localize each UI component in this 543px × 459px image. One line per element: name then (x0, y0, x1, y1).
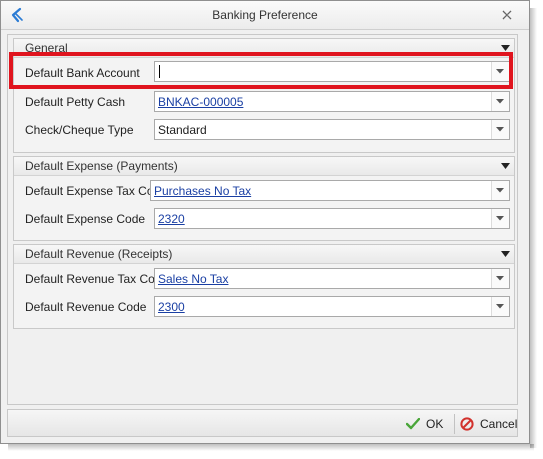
dropdown-button[interactable] (491, 269, 509, 288)
collapse-arrow-icon[interactable] (501, 163, 510, 169)
expense-code-link[interactable]: 2320 (158, 212, 185, 226)
button-separator (454, 414, 455, 434)
banking-preference-dialog: Banking Preference General Default Bank … (0, 0, 530, 444)
dropdown-arrow-icon (496, 276, 504, 281)
group-general: General Default Bank Account Default Pet… (13, 38, 515, 153)
dropdown-arrow-icon (496, 304, 504, 309)
ok-button[interactable]: OK (404, 414, 450, 434)
dropdown-arrow-icon (496, 188, 504, 193)
default-expense-code-label: Default Expense Code (25, 212, 146, 226)
default-revenue-code-field[interactable]: 2300 (154, 296, 510, 317)
group-default-expense: Default Expense (Payments) Default Expen… (13, 156, 515, 241)
group-title: General (25, 41, 68, 55)
collapse-arrow-icon[interactable] (501, 251, 510, 257)
preferences-panel: General Default Bank Account Default Pet… (7, 34, 518, 405)
dropdown-button[interactable] (491, 297, 509, 316)
revenue-code-link[interactable]: 2300 (158, 300, 185, 314)
collapse-arrow-icon[interactable] (501, 45, 510, 51)
checkmark-icon (406, 418, 420, 430)
dialog-title: Banking Preference (212, 8, 318, 22)
dropdown-arrow-icon (496, 99, 504, 104)
dialog-footer: OK Cancel (7, 409, 518, 437)
group-revenue-header[interactable]: Default Revenue (Receipts) (14, 245, 514, 264)
expense-tax-code-link[interactable]: Purchases No Tax (154, 184, 251, 198)
cancel-label: Cancel (480, 417, 518, 431)
default-revenue-tax-code-label: Default Revenue Tax Code (25, 272, 169, 286)
dropdown-button[interactable] (491, 62, 509, 81)
dropdown-arrow-icon (496, 216, 504, 221)
dropdown-button[interactable] (491, 120, 509, 139)
group-general-header[interactable]: General (14, 39, 514, 58)
dropdown-button[interactable] (491, 209, 509, 228)
default-revenue-code-label: Default Revenue Code (25, 300, 147, 314)
check-cheque-type-label: Check/Cheque Type (25, 123, 134, 137)
cancel-button[interactable]: Cancel (458, 414, 518, 434)
group-title: Default Revenue (Receipts) (25, 247, 173, 261)
dropdown-button[interactable] (491, 181, 509, 200)
default-expense-code-field[interactable]: 2320 (154, 208, 510, 229)
default-petty-cash-label: Default Petty Cash (25, 95, 126, 109)
group-title: Default Expense (Payments) (25, 159, 178, 173)
default-bank-account-field[interactable] (154, 61, 510, 82)
cancel-circle-icon (460, 417, 474, 431)
field-value: Standard (158, 123, 207, 137)
check-cheque-type-select[interactable]: Standard (154, 119, 510, 140)
title-bar: Banking Preference (1, 1, 529, 30)
group-expense-header[interactable]: Default Expense (Payments) (14, 157, 514, 176)
default-bank-account-label: Default Bank Account (25, 66, 140, 80)
dropdown-button[interactable] (491, 92, 509, 111)
close-icon[interactable] (501, 9, 513, 21)
default-revenue-tax-code-field[interactable]: Sales No Tax (154, 268, 510, 289)
default-expense-tax-code-field[interactable]: Purchases No Tax (150, 180, 510, 201)
group-default-revenue: Default Revenue (Receipts) Default Reven… (13, 244, 515, 329)
text-cursor (159, 65, 160, 78)
dropdown-arrow-icon (496, 69, 504, 74)
dropdown-arrow-icon (496, 127, 504, 132)
ok-label: OK (426, 417, 444, 431)
revenue-tax-code-link[interactable]: Sales No Tax (158, 272, 228, 286)
default-expense-tax-code-label: Default Expense Tax Code (25, 184, 167, 198)
petty-cash-link[interactable]: BNKAC-000005 (158, 95, 243, 109)
default-petty-cash-field[interactable]: BNKAC-000005 (154, 91, 510, 112)
